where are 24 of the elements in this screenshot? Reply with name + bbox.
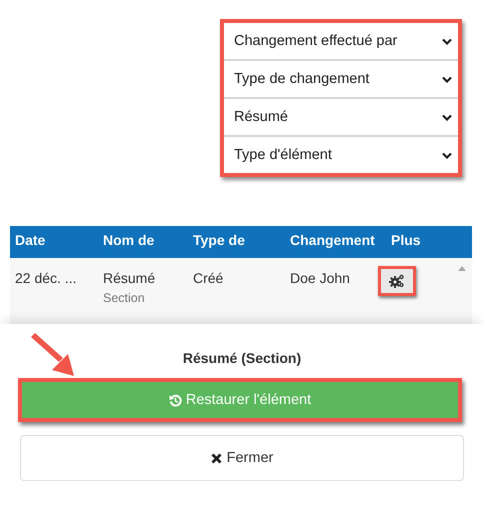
- table-cell: Doe John: [290, 270, 350, 286]
- table-cell: Créé: [193, 270, 224, 286]
- dialog-title: Résumé (Section): [182, 350, 302, 367]
- column-header[interactable]: Nom de: [103, 232, 154, 248]
- chevron-icon: [442, 114, 452, 120]
- close-icon: [210, 452, 222, 464]
- column-header[interactable]: Changement: [290, 232, 375, 248]
- chevron-icon: [442, 38, 452, 44]
- item-type-text: Section: [103, 291, 146, 305]
- filter-dropdown[interactable]: Changement effectué par: [224, 23, 458, 61]
- column-header[interactable]: Date: [15, 232, 46, 248]
- actions-button[interactable]: [378, 266, 416, 296]
- column-header[interactable]: Type de: [193, 232, 245, 248]
- filter-dropdown[interactable]: Résumé: [224, 99, 458, 137]
- chevron-icon: [442, 152, 452, 158]
- table-cell: Résumé: [103, 270, 156, 286]
- column-header[interactable]: Plus: [391, 232, 421, 248]
- close-button[interactable]: Fermer: [20, 435, 464, 481]
- chevron-icon: [442, 76, 452, 82]
- gears-icon: [389, 274, 405, 288]
- filter-dropdown[interactable]: Type de changement: [224, 61, 458, 99]
- filter-dropdown[interactable]: Type d'élément: [224, 137, 458, 173]
- table-cell: 22 déc. ...: [15, 270, 76, 286]
- restore-icon: [168, 394, 182, 406]
